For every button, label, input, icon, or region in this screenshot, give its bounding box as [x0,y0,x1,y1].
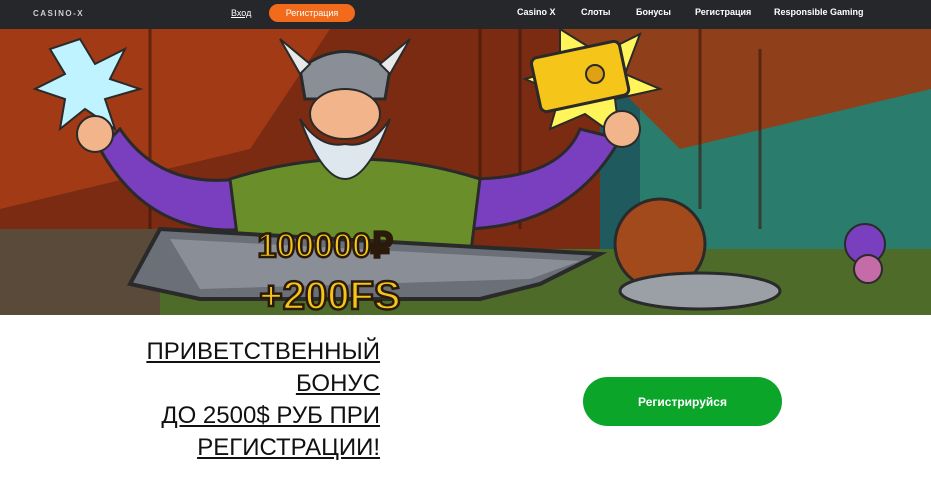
nav-registration[interactable]: Регистрация [695,7,751,17]
welcome-bonus-text[interactable]: ПРИВЕТСТВЕННЫЙ БОНУС ДО 2500$ РУБ ПРИ РЕ… [80,336,380,464]
nav-slots[interactable]: Слоты [581,7,610,17]
freespins-text: +200FS [259,274,400,315]
nav-bonuses[interactable]: Бонусы [636,7,671,17]
top-header: CASINO-X Вход Регистрация Casino X Слоты… [0,0,931,29]
register-cta-button[interactable]: Регистрируйся [583,377,782,426]
login-link[interactable]: Вход [231,8,251,18]
viking-banner-art: 100000₽ +200FS [0,29,931,315]
header-register-button[interactable]: Регистрация [269,4,355,22]
nav-responsible-gaming[interactable]: Responsible Gaming [774,7,864,17]
promo-line-1: ПРИВЕТСТВЕННЫЙ [146,338,380,365]
promo-line-3: ДО 2500$ РУБ ПРИ [161,402,380,429]
promo-line-2: БОНУС [295,370,380,397]
bonus-amount-text: 100000₽ [257,227,392,265]
promo-line-4: РЕГИСТРАЦИИ! [197,434,380,461]
casino-logo[interactable]: CASINO-X [33,9,84,18]
promo-banner[interactable]: 100000₽ +200FS [0,29,931,315]
nav-casino-x[interactable]: Casino X [517,7,556,17]
